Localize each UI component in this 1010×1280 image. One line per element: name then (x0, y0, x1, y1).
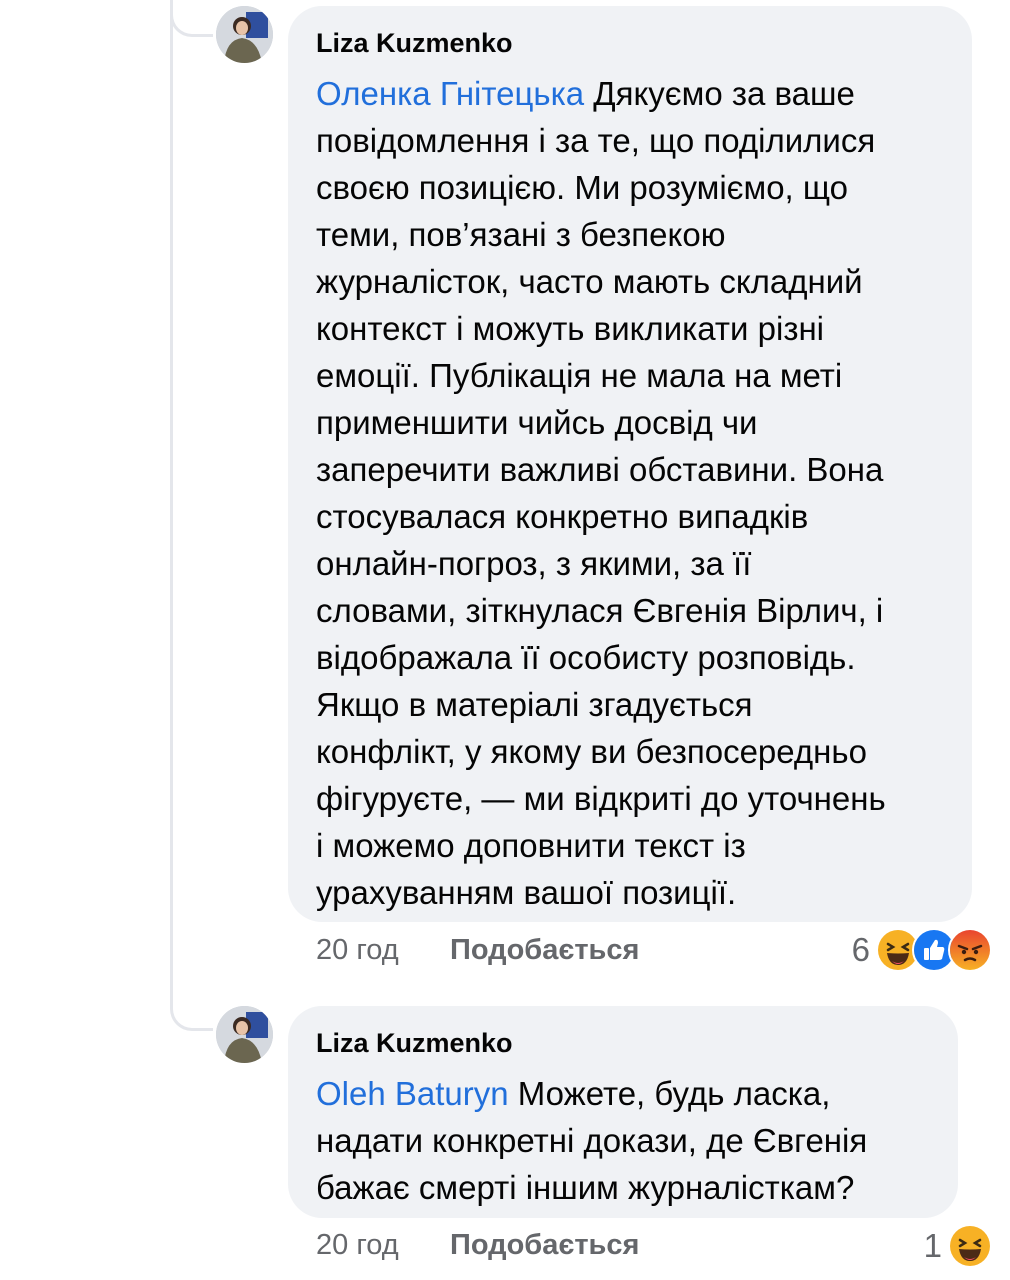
comment-bubble: Liza Kuzmenko Оленка Гнітецька Дякуємо з… (288, 6, 972, 922)
avatar[interactable] (216, 1006, 273, 1063)
comment-line: стосувалася конкретно випадків (316, 498, 809, 535)
comment-line: заперечити важливі обставини. Вона (316, 451, 884, 488)
mention-link[interactable]: Оленка Гнітецька (316, 75, 584, 112)
comment-line: Можете, будь ласка, (508, 1075, 831, 1112)
avatar-photo-icon (216, 6, 273, 63)
comment-line: применшити чийсь досвід чи (316, 404, 758, 441)
comment-line: надати конкретні докази, де Євгенія (316, 1122, 868, 1159)
comment-thread: Liza Kuzmenko Оленка Гнітецька Дякуємо з… (0, 0, 1010, 1280)
comment-line: онлайн-погроз, з якими, за її (316, 545, 752, 582)
comment-line: емоції. Публікація не мала на меті (316, 357, 843, 394)
like-button[interactable]: Подобається (450, 934, 639, 967)
comment-line: Дякуємо за ваше (584, 75, 855, 112)
thread-connector-hook (170, 994, 213, 1031)
comment-author[interactable]: Liza Kuzmenko (316, 1028, 930, 1058)
angry-icon (948, 928, 992, 972)
haha-icon (948, 1224, 992, 1268)
comment-line: Якщо в матеріалі згадується (316, 686, 753, 723)
comment-line: словами, зіткнулася Євгенія Вірлич, і (316, 592, 884, 629)
comment-text: Оленка Гнітецька Дякуємо за ваше повідом… (316, 70, 944, 916)
thread-connector-hook (170, 0, 213, 37)
comment-line: повідомлення і за те, що поділилися (316, 122, 876, 159)
like-button[interactable]: Подобається (450, 1229, 639, 1262)
comment-line: фігуруєте, — ми відкриті до уточнень (316, 780, 886, 817)
comment-text: Oleh Baturyn Можете, будь ласка, надати … (316, 1070, 930, 1211)
comment-meta: 20 год Подобається (316, 1229, 639, 1262)
comment-author[interactable]: Liza Kuzmenko (316, 28, 944, 58)
comment-line: своєю позицією. Ми розуміємо, що (316, 169, 849, 206)
avatar[interactable] (216, 6, 273, 63)
comment-line: і можемо доповнити текст із (316, 827, 746, 864)
comment-line: конфлікт, у якому ви безпосередньо (316, 733, 867, 770)
comment-timestamp[interactable]: 20 год (316, 1229, 450, 1262)
comment-bubble: Liza Kuzmenko Oleh Baturyn Можете, будь … (288, 1006, 958, 1218)
reaction-summary[interactable]: 6 (852, 928, 992, 972)
comment-line: журналісток, часто мають складний (316, 263, 863, 300)
comment-line: контекст і можуть викликати різні (316, 310, 825, 347)
reaction-count: 1 (923, 1227, 942, 1264)
reaction-count: 6 (851, 931, 870, 968)
comment-line: відображала її особисту розповідь. (316, 639, 856, 676)
reaction-summary[interactable]: 1 (924, 1224, 992, 1268)
comment-meta: 20 год Подобається (316, 934, 639, 967)
comment-timestamp[interactable]: 20 год (316, 934, 450, 967)
avatar-photo-icon (216, 1006, 273, 1063)
thread-connector-line (170, 0, 173, 1000)
comment-line: урахуванням вашої позиції. (316, 874, 737, 911)
mention-link[interactable]: Oleh Baturyn (316, 1075, 509, 1112)
comment-line: теми, пов’язані з безпекою (316, 216, 726, 253)
comment-line: бажає смерті іншим журналісткам? (316, 1169, 855, 1206)
